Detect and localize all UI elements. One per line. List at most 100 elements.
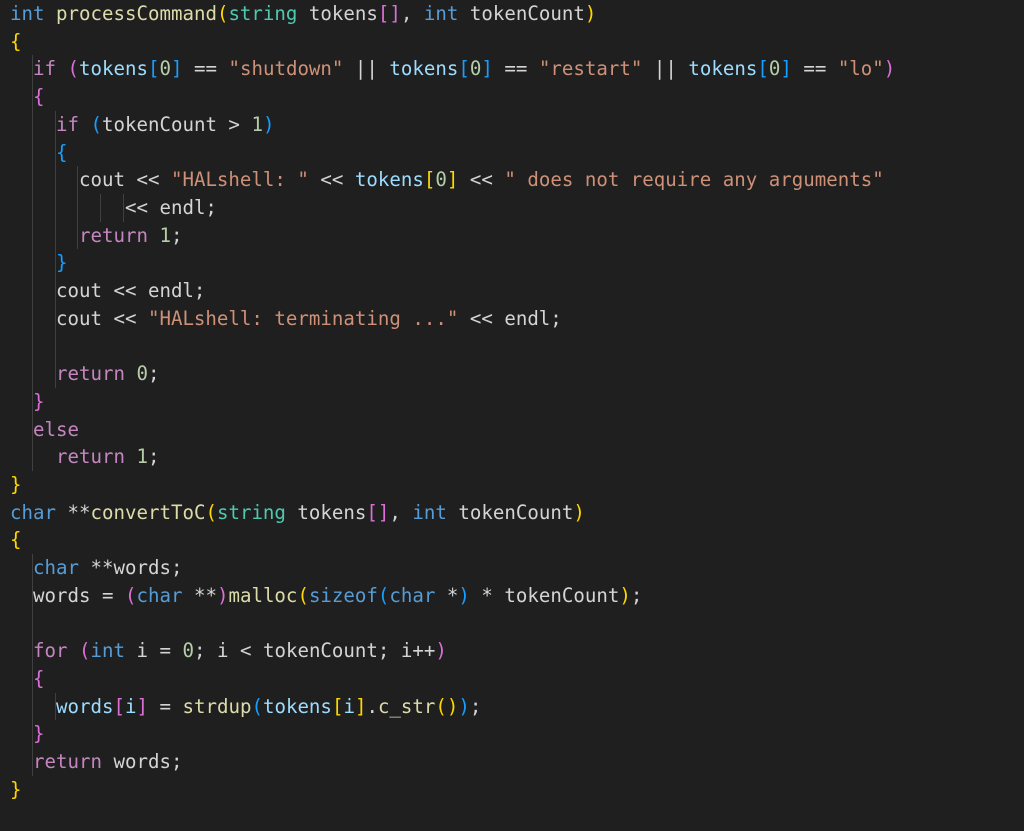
code-line[interactable] [0, 332, 10, 360]
code-token: ; [147, 362, 160, 386]
code-token: words = [33, 583, 125, 607]
code-token: ] [354, 694, 367, 718]
code-line[interactable]: { [0, 28, 22, 56]
code-line[interactable]: return words; [0, 748, 182, 776]
code-token: processCommand [56, 2, 217, 25]
code-line[interactable]: return 0; [0, 360, 159, 388]
code-token: int [90, 639, 126, 663]
code-token: string [216, 500, 286, 524]
code-token: || [343, 57, 390, 81]
code-line[interactable]: { [0, 83, 45, 111]
code-token: sizeof [308, 583, 378, 607]
code-token: words [55, 694, 114, 718]
code-token: [ [757, 57, 769, 81]
code-token: ) [573, 500, 585, 524]
code-content[interactable]: int processCommand(string tokens[], int … [0, 0, 1024, 821]
code-line[interactable]: cout << "HALshell: terminating ..." << e… [0, 305, 562, 333]
code-line[interactable]: { [0, 139, 68, 167]
code-line[interactable]: int processCommand(string tokens[], int … [0, 0, 596, 28]
code-token: tokenCount > [101, 112, 252, 136]
code-token: return [55, 445, 125, 469]
code-line[interactable]: { [0, 526, 22, 554]
code-line[interactable]: if (tokens[0] == "shutdown" || tokens[0]… [0, 55, 895, 83]
code-token: if [55, 112, 79, 136]
code-token: tokenCount [458, 2, 585, 25]
code-token: char [33, 556, 79, 579]
code-line[interactable]: } [0, 471, 22, 499]
code-line[interactable]: } [0, 249, 68, 277]
code-token: char [136, 583, 183, 607]
code-line[interactable]: return 1; [0, 222, 182, 250]
code-line[interactable]: for (int i = 0; i < tokenCount; i++) [0, 637, 447, 665]
code-token: == [492, 57, 539, 81]
code-token: words; [101, 749, 183, 773]
code-token: } [10, 777, 22, 801]
code-token: "HALshell: " [170, 168, 309, 192]
code-token: ( [79, 639, 91, 663]
code-token: 0 [159, 57, 171, 81]
code-line[interactable]: return 1; [0, 443, 159, 471]
code-token: convertToC [90, 500, 206, 524]
code-token: if [33, 57, 56, 81]
code-line[interactable] [0, 609, 10, 637]
code-token: ) [458, 583, 470, 607]
code-token: int [412, 500, 447, 524]
code-token: || [642, 57, 689, 81]
code-token: } [55, 251, 68, 275]
code-token: [] [377, 2, 401, 25]
code-line[interactable]: char **convertToC(string tokens[], int t… [0, 499, 585, 527]
code-token: * tokenCount [469, 583, 620, 607]
code-editor[interactable]: int processCommand(string tokens[], int … [0, 0, 1024, 821]
code-line[interactable]: else [0, 416, 79, 444]
code-token: string [228, 2, 298, 25]
code-token: == [182, 57, 229, 81]
code-token: 0 [182, 639, 194, 663]
code-token: << [458, 168, 505, 192]
code-token: 1 [251, 112, 263, 136]
code-token: , [389, 500, 413, 524]
code-line[interactable]: cout << endl; [0, 277, 205, 305]
code-token: char [389, 583, 436, 607]
code-line[interactable] [0, 803, 10, 831]
code-token: . [366, 694, 378, 718]
code-token: c_str [377, 694, 436, 718]
code-token: ( [216, 2, 229, 25]
code-token: } [33, 722, 45, 746]
code-token: ] [136, 694, 148, 718]
code-token: i [124, 694, 137, 718]
code-token: tokens [262, 694, 332, 718]
code-token: ** [55, 500, 91, 524]
code-token: 0 [469, 57, 482, 81]
code-line[interactable]: if (tokenCount > 1) [0, 111, 274, 139]
code-line[interactable]: { [0, 665, 45, 693]
code-line[interactable]: } [0, 720, 45, 748]
code-token: tokens [297, 2, 378, 25]
code-token: ( [90, 112, 102, 136]
code-token: ) [584, 2, 597, 25]
code-token: ) [262, 112, 275, 136]
code-line[interactable]: } [0, 388, 45, 416]
code-token: { [10, 29, 22, 53]
code-token: tokens [354, 168, 424, 192]
code-token: tokens [389, 57, 459, 81]
code-token: == [791, 57, 838, 81]
code-line[interactable]: words = (char **)malloc(sizeof(char *) *… [0, 582, 642, 610]
code-token: "shutdown" [228, 57, 344, 81]
code-token: { [55, 140, 68, 164]
code-line[interactable]: words[i] = strdup(tokens[i].c_str()); [0, 693, 481, 721]
code-line[interactable]: } [0, 776, 22, 804]
code-line[interactable]: char **words; [0, 554, 182, 582]
code-token: for [33, 639, 68, 663]
code-line[interactable]: << endl; [0, 194, 217, 222]
code-line[interactable]: cout << "HALshell: " << tokens[0] << " d… [0, 166, 884, 194]
code-token: = [147, 694, 183, 718]
